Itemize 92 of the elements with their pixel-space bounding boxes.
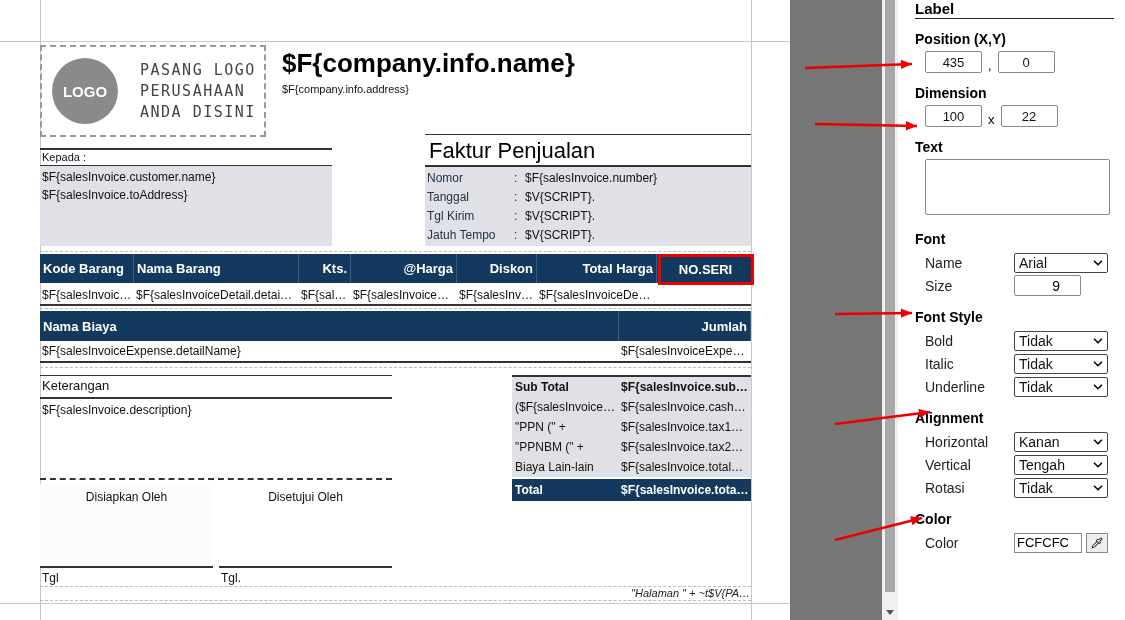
field-value: $V{SCRIPT}. (525, 190, 597, 205)
totals-value: $F{salesInvoice.tax2… (620, 440, 745, 454)
signature-title: Disetujui Oleh (267, 490, 344, 504)
property-label: Horizontal (925, 433, 990, 450)
field-separator: : (514, 208, 519, 223)
property-select[interactable]: Tengah (1014, 454, 1108, 475)
number-input[interactable]: 100 (925, 105, 982, 127)
size-input[interactable]: 9 (1014, 275, 1081, 296)
signature-title: Disiapkan Oleh (84, 490, 169, 504)
totals-value: $F{salesInvoice.total… (620, 460, 745, 474)
column-header: Kts. (299, 254, 351, 283)
totals-value: $F{salesInvoice.cash… (620, 400, 747, 414)
property-label: Size (925, 277, 954, 294)
column-header: @Harga (351, 254, 457, 283)
field-label: Jatuh Tempo (427, 227, 497, 242)
section-heading: Font Style (915, 309, 984, 325)
table-cell-text: $F{sal… (300, 288, 348, 302)
logo-caption: PASANG LOGO PERUSAHAAN ANDA DISINI (140, 59, 256, 123)
column-header: Nama Barang (134, 254, 299, 283)
property-select[interactable]: Kanan (1014, 431, 1108, 452)
totals-value: $F{salesInvoice.sub… (620, 380, 749, 394)
property-label: Color (925, 534, 960, 551)
number-input[interactable]: 22 (1000, 105, 1058, 127)
table-cell-text: $F{salesInvoiceDetail.detai… (135, 288, 294, 302)
pipette-icon (1091, 536, 1103, 549)
recipient-field: $F{salesInvoice.customer.name} (42, 170, 330, 184)
property-label: Vertical (925, 456, 972, 473)
totals-value: $F{salesInvoice.tota… (620, 483, 750, 497)
column-header: Nama Biaya (40, 311, 619, 341)
field-label: Tgl Kirim (427, 208, 476, 223)
totals-label: Total (514, 483, 544, 497)
date-label: Tgl. (221, 571, 241, 585)
totals-label: Sub Total (514, 380, 570, 394)
section-heading: Position (X,Y) (915, 31, 1007, 47)
color-picker-button[interactable] (1086, 532, 1108, 553)
recipient-label: Kepada : (42, 151, 87, 163)
panel-title: Label (915, 0, 1115, 19)
recipient-field: $F{salesInvoice.toAddress} (42, 188, 330, 202)
property-label: Bold (925, 332, 955, 349)
totals-label: ($F{salesInvoice… (514, 400, 617, 414)
property-label: Name (925, 254, 964, 271)
field-label: Nomor (427, 171, 464, 186)
column-header: Total Harga (537, 254, 657, 283)
column-header: Diskon (457, 254, 537, 283)
text-area[interactable] (925, 159, 1110, 215)
number-input[interactable]: 0 (997, 51, 1055, 73)
totals-label: Biaya Lain-lain (514, 460, 595, 474)
table-cell-text: $F{salesInv… (458, 288, 535, 302)
table-cell-text: $F{salesInvoiceDe… (538, 288, 652, 302)
separator: , (988, 58, 992, 73)
property-label: Underline (925, 378, 986, 395)
property-select[interactable]: Tidak (1014, 477, 1108, 498)
section-heading: Color (915, 511, 953, 527)
table-cell-text: $F{salesInvoic… (41, 288, 133, 302)
column-header: Jumlah (619, 311, 751, 341)
totals-label: "PPN (" + (514, 420, 567, 434)
table-cell-text: $F{salesInvoiceExpe… (620, 344, 746, 358)
table-cell-text: $F{salesInvoiceExpense.detailName} (41, 344, 242, 358)
number-input[interactable]: 435 (925, 51, 982, 73)
section-heading: Font (915, 231, 947, 247)
notes-value: $F{salesInvoice.description} (42, 403, 192, 417)
logo-badge: LOGO (52, 58, 118, 124)
property-select[interactable]: Tidak (1014, 353, 1108, 374)
field-value: $V{SCRIPT}. (525, 208, 597, 223)
totals-label: "PPNBM (" + (514, 440, 585, 454)
section-heading: Dimension (915, 85, 988, 101)
field-separator: : (514, 227, 519, 242)
section-heading: Text (915, 139, 944, 155)
field-value: $F{salesInvoice.number} (525, 171, 659, 186)
property-select[interactable]: Tidak (1014, 376, 1108, 397)
column-header: NO.SERI (659, 255, 753, 284)
notes-label: Keterangan (42, 378, 110, 393)
color-input[interactable]: FCFCFC (1014, 532, 1082, 553)
field-separator: : (514, 190, 519, 205)
separator: x (988, 112, 995, 127)
table-cell-text: $F{salesInvoice… (352, 288, 451, 302)
date-label: Tgl (42, 571, 59, 585)
invoice-title: Faktur Penjualan (429, 138, 596, 164)
totals-value: $F{salesInvoice.tax1… (620, 420, 745, 434)
section-heading: Alignment (915, 410, 985, 426)
field-separator: : (514, 171, 519, 186)
company-name: $F{company.info.name} (282, 48, 575, 79)
property-select[interactable]: Tidak (1014, 330, 1108, 351)
scrollbar[interactable] (882, 0, 898, 620)
field-value: $V{SCRIPT}. (525, 227, 597, 242)
field-label: Tanggal (427, 190, 471, 205)
property-label: Rotasi (925, 479, 966, 496)
company-address: $F{company.info.address} (282, 83, 409, 95)
column-header: Kode Barang (40, 254, 134, 283)
property-label: Italic (925, 355, 955, 372)
page-number-expression: "Halaman " + ~t$V{PA… (630, 587, 750, 599)
property-select[interactable]: Arial (1014, 252, 1108, 273)
